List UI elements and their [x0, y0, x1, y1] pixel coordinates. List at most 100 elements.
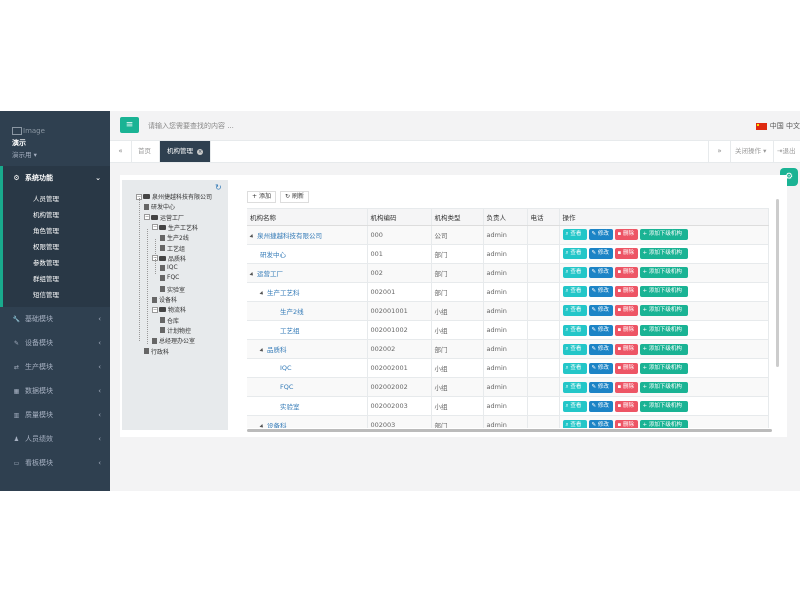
tabs-scroll-left-button[interactable]: «	[110, 141, 132, 162]
sidebar-item[interactable]: 参数管理	[3, 254, 110, 270]
expand-caret-icon[interactable]	[249, 233, 255, 239]
add-sub-org-button[interactable]: + 添加下级机构	[639, 400, 688, 412]
cell-name[interactable]: 运营工厂	[247, 263, 368, 283]
delete-button[interactable]: ▪ 删除	[614, 324, 638, 336]
refresh-button[interactable]: ↻ 刷新	[280, 191, 309, 203]
collapse-toggle-icon[interactable]: −	[144, 214, 150, 221]
sidebar-group[interactable]: ✎ 设备模块 ‹	[0, 331, 110, 355]
table-row[interactable]: 泉州捷越科技有限公司 000 公司 admin ⌕ 查看 ✎ 修改 ▪ 删除 + 添加下级机构	[247, 225, 769, 245]
refresh-icon[interactable]: ↻	[215, 183, 222, 192]
edit-button[interactable]: ✎ 修改	[588, 248, 613, 260]
vertical-scrollbar[interactable]	[776, 199, 779, 367]
sidebar-item[interactable]: 权限管理	[3, 238, 110, 254]
add-sub-org-button[interactable]: + 添加下级机构	[639, 248, 688, 260]
table-row[interactable]: 生产工艺科 002001 部门 admin ⌕ 查看 ✎ 修改 ▪ 删除 + 添加下级机构	[247, 282, 769, 302]
sidebar-item[interactable]: 群组管理	[3, 270, 110, 286]
cell-name[interactable]: 实验室	[247, 396, 368, 417]
table-row[interactable]: IQC 002002001 小组 admin ⌕ 查看 ✎ 修改 ▪ 删除 + 添加下级机构	[247, 358, 769, 379]
tree-node[interactable]: − 物流科	[152, 305, 186, 314]
cell-name[interactable]: 生产2线	[247, 301, 368, 321]
edit-button[interactable]: ✎ 修改	[588, 305, 613, 317]
cell-name[interactable]: 泉州捷越科技有限公司	[247, 225, 368, 245]
delete-button[interactable]: ▪ 删除	[614, 343, 638, 355]
tree-node-root[interactable]: − 泉州捷越科技有限公司	[136, 192, 212, 201]
edit-button[interactable]: ✎ 修改	[588, 400, 613, 412]
delete-button[interactable]: ▪ 删除	[614, 267, 638, 279]
expand-caret-icon[interactable]	[259, 348, 265, 354]
close-tab-icon[interactable]: ×	[197, 149, 204, 155]
sidebar-group[interactable]: ♟ 人员绩效 ‹	[0, 427, 110, 451]
expand-caret-icon[interactable]	[249, 271, 255, 277]
tree-node[interactable]: − 生产工艺科	[152, 223, 198, 232]
tree-node[interactable]: − 品质科	[152, 254, 186, 263]
table-row[interactable]: FQC 002002002 小组 admin ⌕ 查看 ✎ 修改 ▪ 删除 + 添加下级机构	[247, 377, 769, 398]
tree-node[interactable]: 工艺组	[160, 244, 185, 253]
cell-name[interactable]: 生产工艺科	[247, 282, 368, 302]
delete-button[interactable]: ▪ 删除	[614, 286, 638, 298]
add-sub-org-button[interactable]: + 添加下级机构	[639, 305, 688, 317]
tree-node[interactable]: IQC	[160, 264, 178, 271]
sidebar-item[interactable]: 机构管理	[3, 206, 110, 222]
edit-button[interactable]: ✎ 修改	[588, 286, 613, 298]
horizontal-scrollbar[interactable]	[247, 429, 772, 432]
edit-button[interactable]: ✎ 修改	[588, 343, 613, 355]
sidebar-group[interactable]: ▭ 看板模块 ‹	[0, 451, 110, 475]
tree-node[interactable]: 设备科	[152, 295, 177, 304]
collapse-toggle-icon[interactable]: −	[152, 306, 158, 313]
sidebar-group[interactable]: 🔧 基础模块 ‹	[0, 307, 110, 331]
edit-button[interactable]: ✎ 修改	[588, 229, 613, 241]
logout-button[interactable]: ⇥退出	[773, 141, 800, 162]
sidebar-item[interactable]: 短信管理	[3, 286, 110, 302]
sidebar-group[interactable]: ▦ 数据模块 ‹	[0, 379, 110, 403]
sidebar-group-system-header[interactable]: ⚙ 系统功能 ⌄	[3, 166, 110, 190]
table-row[interactable]: 运营工厂 002 部门 admin ⌕ 查看 ✎ 修改 ▪ 删除 + 添加下级机构	[247, 263, 769, 283]
table-row[interactable]: 工艺组 002001002 小组 admin ⌕ 查看 ✎ 修改 ▪ 删除 + 添加下级机构	[247, 320, 769, 341]
delete-button[interactable]: ▪ 删除	[614, 400, 638, 412]
add-sub-org-button[interactable]: + 添加下级机构	[639, 286, 688, 298]
tree-node[interactable]: − 运营工厂	[144, 213, 184, 222]
tree-node[interactable]: 行政科	[144, 347, 169, 356]
delete-button[interactable]: ▪ 删除	[614, 419, 638, 428]
add-button[interactable]: + 添加	[247, 191, 276, 203]
view-button[interactable]: ⌕ 查看	[562, 286, 587, 298]
delete-button[interactable]: ▪ 删除	[614, 248, 638, 260]
edit-button[interactable]: ✎ 修改	[588, 362, 613, 374]
table-row[interactable]: 品质科 002002 部门 admin ⌕ 查看 ✎ 修改 ▪ 删除 + 添加下级机构	[247, 339, 769, 360]
sidebar-item[interactable]: 人员管理	[3, 190, 110, 206]
add-sub-org-button[interactable]: + 添加下级机构	[639, 324, 688, 336]
sidebar-group[interactable]: ▥ 质量模块 ‹	[0, 403, 110, 427]
cell-name[interactable]: 品质科	[247, 339, 368, 360]
tree-node[interactable]: 计划物控	[160, 326, 191, 335]
add-sub-org-button[interactable]: + 添加下级机构	[639, 343, 688, 355]
view-button[interactable]: ⌕ 查看	[562, 229, 587, 241]
expand-caret-icon[interactable]	[259, 290, 265, 296]
search-input[interactable]	[142, 118, 402, 133]
tree-node[interactable]: 实验室	[160, 285, 185, 294]
table-row[interactable]: 实验室 002002003 小组 admin ⌕ 查看 ✎ 修改 ▪ 删除 + 添加下级机构	[247, 396, 769, 417]
edit-button[interactable]: ✎ 修改	[588, 324, 613, 336]
delete-button[interactable]: ▪ 删除	[614, 381, 638, 393]
view-button[interactable]: ⌕ 查看	[562, 362, 587, 374]
tabs-scroll-right-button[interactable]: »	[708, 141, 730, 162]
tree-node[interactable]: 生产2线	[160, 233, 189, 242]
view-button[interactable]: ⌕ 查看	[562, 419, 587, 428]
table-row[interactable]: 生产2线 002001001 小组 admin ⌕ 查看 ✎ 修改 ▪ 删除 + 添加下级机构	[247, 301, 769, 321]
cell-name[interactable]: FQC	[247, 377, 368, 398]
cell-name[interactable]: 设备科	[247, 415, 368, 428]
tree-node[interactable]: 研发中心	[144, 202, 175, 211]
add-sub-org-button[interactable]: + 添加下级机构	[639, 381, 688, 393]
table-row[interactable]: 研发中心 001 部门 admin ⌕ 查看 ✎ 修改 ▪ 删除 + 添加下级机构	[247, 244, 769, 264]
view-button[interactable]: ⌕ 查看	[562, 267, 587, 279]
delete-button[interactable]: ▪ 删除	[614, 305, 638, 317]
view-button[interactable]: ⌕ 查看	[562, 248, 587, 260]
edit-button[interactable]: ✎ 修改	[588, 381, 613, 393]
edit-button[interactable]: ✎ 修改	[588, 419, 613, 428]
view-button[interactable]: ⌕ 查看	[562, 324, 587, 336]
view-button[interactable]: ⌕ 查看	[562, 381, 587, 393]
cell-name[interactable]: 工艺组	[247, 320, 368, 341]
expand-caret-icon[interactable]	[259, 424, 265, 428]
delete-button[interactable]: ▪ 删除	[614, 362, 638, 374]
add-sub-org-button[interactable]: + 添加下级机构	[639, 229, 688, 241]
cell-name[interactable]: 研发中心	[247, 244, 368, 264]
view-button[interactable]: ⌕ 查看	[562, 305, 587, 317]
